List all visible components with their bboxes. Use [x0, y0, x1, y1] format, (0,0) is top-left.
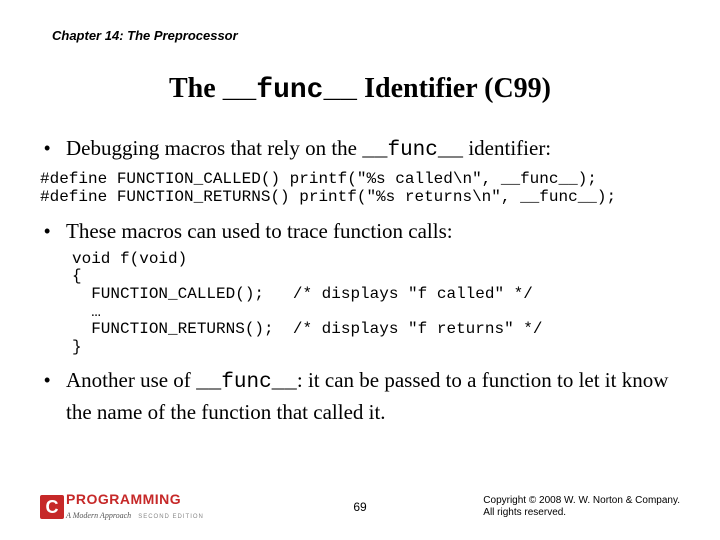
slide-title: The __func__ Identifier (C99): [40, 73, 680, 106]
title-prefix: The: [169, 73, 223, 104]
bullet-dot: •: [40, 366, 66, 426]
bullet-dot: •: [40, 134, 66, 165]
bullet-3-mono: __func__: [196, 371, 297, 394]
logo-subtitle: A Modern Approach: [66, 511, 131, 520]
logo-main-text: PROGRAMMING: [66, 492, 204, 506]
bullet-2: • These macros can used to trace functio…: [40, 217, 680, 245]
code-block-2: void f(void) { FUNCTION_CALLED(); /* dis…: [72, 251, 680, 357]
bullet-1-pre: Debugging macros that rely on the: [66, 136, 362, 160]
bullet-2-text: These macros can used to trace function …: [66, 217, 680, 245]
bullet-1-mono: __func__: [362, 139, 463, 162]
page-number: 69: [353, 500, 366, 514]
bullet-dot: •: [40, 217, 66, 245]
bullet-1: • Debugging macros that rely on the __fu…: [40, 134, 680, 165]
copyright-line-1: Copyright © 2008 W. W. Norton & Company.: [483, 495, 680, 507]
bullet-3: • Another use of __func__: it can be pas…: [40, 366, 680, 426]
title-suffix: Identifier (C99): [357, 73, 551, 104]
bullet-list-2: • These macros can used to trace functio…: [40, 217, 680, 245]
footer: C PROGRAMMING A Modern Approach SECOND E…: [0, 492, 720, 522]
logo-c-icon: C: [40, 495, 64, 519]
bullet-3-pre: Another use of: [66, 368, 196, 392]
copyright-line-2: All rights reserved.: [483, 507, 680, 519]
bullet-list-3: • Another use of __func__: it can be pas…: [40, 366, 680, 426]
bullet-1-post: identifier:: [463, 136, 551, 160]
bullet-list: • Debugging macros that rely on the __fu…: [40, 134, 680, 165]
chapter-header: Chapter 14: The Preprocessor: [52, 28, 680, 43]
title-mono: __func__: [223, 75, 357, 106]
logo: C PROGRAMMING A Modern Approach SECOND E…: [40, 492, 204, 522]
copyright: Copyright © 2008 W. W. Norton & Company.…: [483, 495, 680, 519]
logo-edition: SECOND EDITION: [138, 514, 204, 520]
code-block-1: #define FUNCTION_CALLED() printf("%s cal…: [40, 171, 680, 206]
